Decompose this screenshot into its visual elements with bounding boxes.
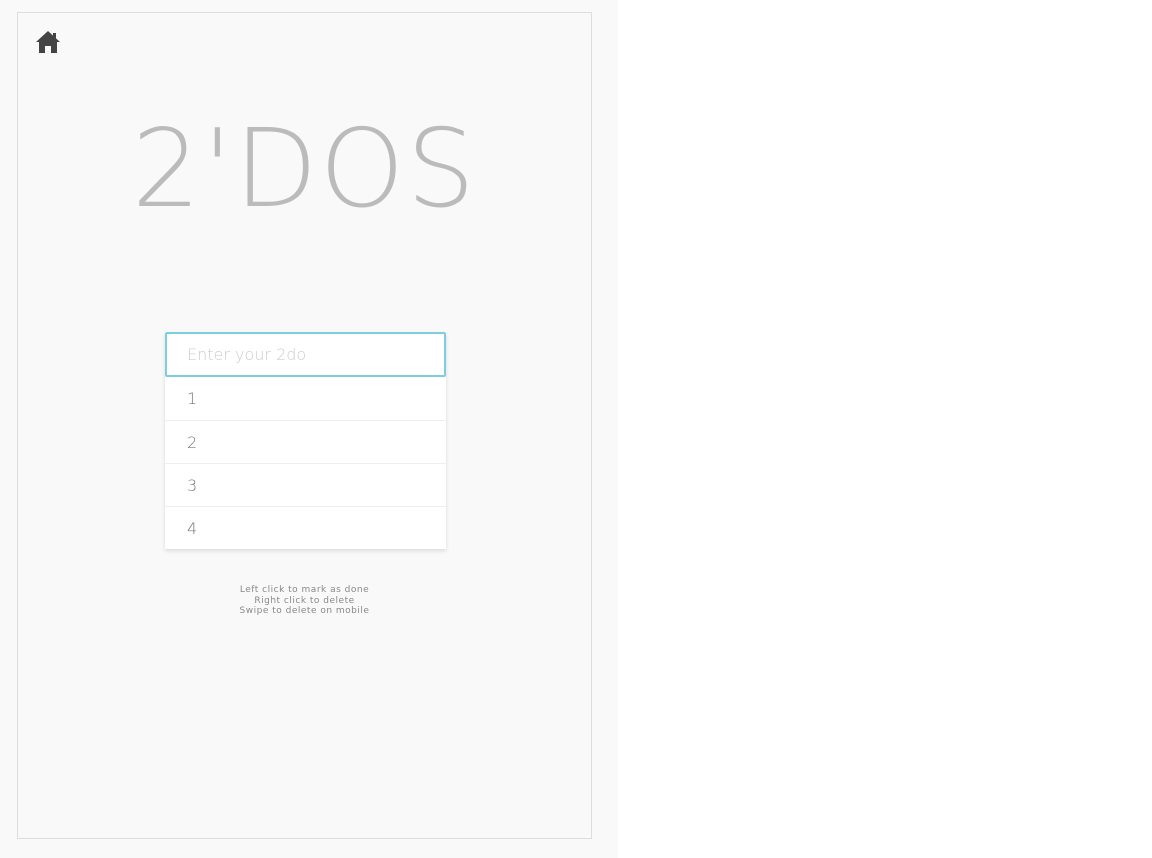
todo-list-container: 1 2 3 4 [165,332,446,549]
page-title: 2'DOS [131,107,478,232]
help-line-swipe: Swipe to delete on mobile [239,606,370,616]
todo-item[interactable]: 3 [165,463,446,506]
todo-input[interactable] [165,332,446,377]
todo-item-label: 2 [187,432,198,452]
help-line-delete: Right click to delete [254,595,355,606]
app-card: 2'DOS 1 2 3 4 Left click to mark as done Ri… [17,12,592,839]
home-icon [36,31,60,53]
todo-item-label: 1 [187,389,198,408]
help-line-mark-done: Left click to mark as done [239,585,370,595]
todo-item-label: 4 [187,518,198,538]
todo-item[interactable]: 1 [165,377,446,420]
todo-item[interactable]: 4 [165,506,446,549]
todo-list: 1 2 3 4 [165,377,446,549]
todo-item[interactable]: 2 [165,420,446,463]
todo-item-label: 3 [187,475,198,495]
help-text: Left click to mark as done Right click t… [18,585,591,617]
home-button[interactable] [34,29,62,55]
